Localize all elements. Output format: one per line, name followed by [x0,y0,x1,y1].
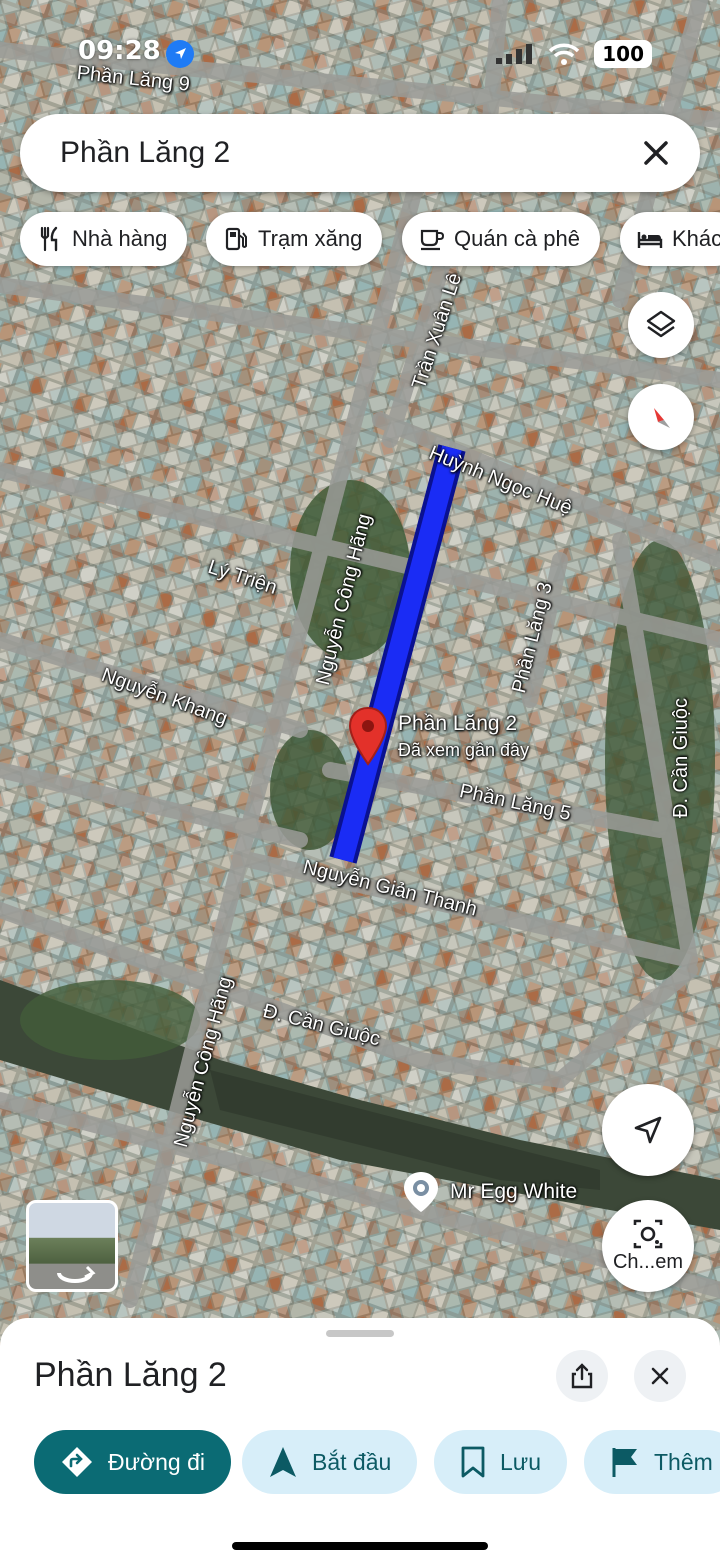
share-icon [571,1363,593,1389]
gas-station-icon [225,227,247,251]
directions-icon [62,1447,92,1477]
hotel-bed-icon [637,232,663,248]
location-services-icon [166,40,194,68]
close-icon [651,1367,669,1385]
lens-button[interactable]: Ch...em [602,1200,694,1292]
street-label: Đ. Cần Giuộc [670,697,692,818]
lens-label: Ch...em [612,1250,684,1273]
camera-lens-icon [633,1219,663,1248]
layers-icon [646,310,676,338]
save-button[interactable]: Lưu [434,1430,567,1494]
my-location-button[interactable] [602,1084,694,1176]
flag-icon [612,1448,637,1477]
location-pin-icon [348,706,388,766]
status-time: 09:28 [78,36,161,66]
chip-restaurants[interactable]: Nhà hàng [20,212,188,266]
place-title: Phần Lăng 2 [34,1356,227,1394]
action-label: Đường đi [108,1448,205,1475]
battery-indicator: 100 [594,40,652,68]
chip-label: Khác [672,226,720,251]
chip-label: Trạm xăng [258,226,363,251]
start-button[interactable]: Bắt đầu [242,1430,418,1494]
clear-search-close-icon[interactable] [636,133,676,173]
status-indicators: 100 [494,40,652,68]
share-button[interactable] [556,1350,608,1402]
search-bar[interactable]: Phần Lăng 2 [20,114,700,192]
directions-button[interactable]: Đường đi [34,1430,231,1494]
poi-marker[interactable] [402,1170,440,1214]
wifi-icon [549,43,580,65]
pin-subtitle: Đã xem gần đây [398,740,530,760]
layers-button[interactable] [628,292,694,358]
map-pin[interactable] [348,706,388,766]
cellular-signal-icon [496,44,533,64]
navigation-arrow-icon [634,1116,662,1144]
coffee-icon [420,229,445,251]
place-marker-icon [404,1172,438,1212]
home-indicator [232,1542,488,1550]
navigation-arrow-icon [270,1447,296,1477]
action-label: Thêm [654,1448,713,1475]
chip-more[interactable]: Khác [620,212,720,266]
bookmark-icon [461,1446,485,1478]
compass-button[interactable] [628,384,694,450]
sheet-drag-handle[interactable] [326,1330,394,1337]
action-label: Bắt đầu [312,1448,392,1475]
poi-label: Mr Egg White [450,1180,578,1203]
chip-label: Quán cà phê [454,226,580,251]
restaurant-icon [40,226,58,252]
more-button[interactable]: Thêm [584,1430,720,1494]
compass-icon [654,408,670,428]
chip-gas-stations[interactable]: Trạm xăng [206,212,383,266]
place-bottom-sheet[interactable]: Phần Lăng 2 Đường đi Bắt đầu Lưu Thêm [0,1318,720,1564]
pin-title: Phần Lăng 2 [398,712,518,735]
search-query[interactable]: Phần Lăng 2 [60,136,230,170]
close-sheet-button[interactable] [634,1350,686,1402]
street-view-thumbnail[interactable] [26,1200,118,1292]
chip-label: Nhà hàng [72,226,168,251]
action-label: Lưu [500,1448,541,1475]
chip-cafes[interactable]: Quán cà phê [402,212,600,266]
street-view-rotate-icon [57,1265,96,1283]
